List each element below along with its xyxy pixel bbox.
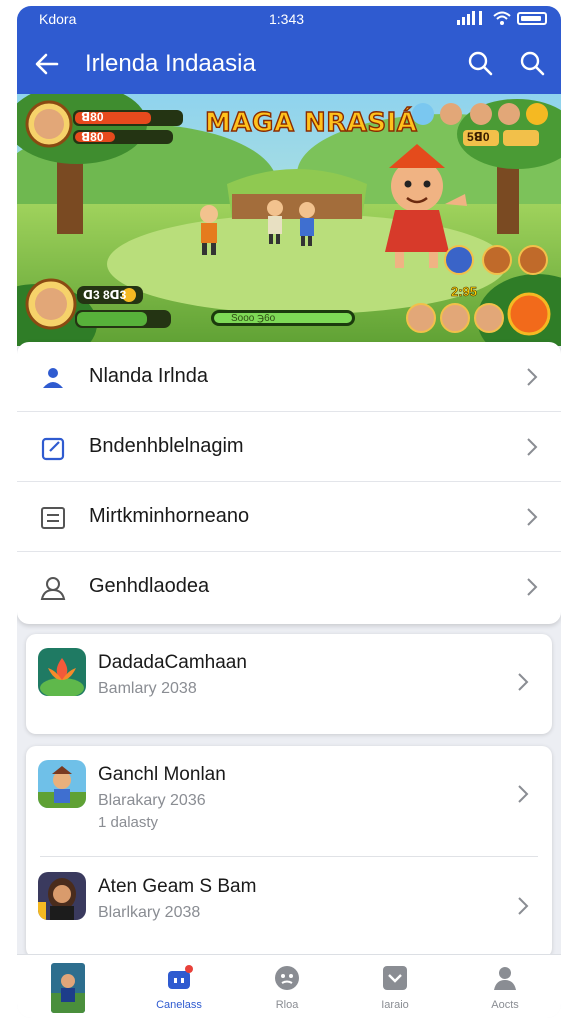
game-name: Ganchl Monlan xyxy=(98,764,226,785)
menu-item-label: Bndenhblelnagim xyxy=(89,435,244,457)
menu-item-document[interactable]: Mirtkminhorneano xyxy=(17,482,561,552)
chevron-right-icon xyxy=(527,578,538,596)
game-name: Aten Geam S Bam xyxy=(98,876,257,897)
phone-screen: Kdora 1:343 Irlenda Indaasia MAGA NRASIÁ… xyxy=(17,6,561,1018)
status-bar: Kdora 1:343 xyxy=(17,6,561,34)
globe-icon xyxy=(275,966,299,990)
game-date: Blarakary 2036 xyxy=(98,792,206,809)
game-card: DadadaCamhaan Bamlary 2038 xyxy=(26,634,552,734)
chevron-right-icon xyxy=(518,897,529,915)
menu-card: Nlanda Irlnda Bndenhblelnagim Mirtkminho… xyxy=(17,342,561,624)
game-date: Blarlkary 2038 xyxy=(98,904,201,921)
game-thumb-icon[interactable] xyxy=(51,963,85,1013)
profile-icon xyxy=(494,967,516,990)
game-date: Bamlary 2038 xyxy=(98,680,197,697)
tab-label: Iaraio xyxy=(381,999,409,1011)
search-icon[interactable] xyxy=(517,48,547,78)
hud-progress-label: Sooo ℈6o xyxy=(231,313,276,324)
arrow-left-icon[interactable] xyxy=(31,48,63,80)
game-meta: 1 dalasty xyxy=(98,814,159,831)
tab-store[interactable]: Canelass xyxy=(139,963,219,1015)
store-icon xyxy=(168,965,193,989)
tab-explore[interactable]: Rloa xyxy=(247,963,327,1015)
chevron-right-icon xyxy=(518,785,529,803)
bottom-nav: Canelass Rloa Iaraio Aocts xyxy=(17,954,561,1018)
hud-health-label: ꓭ80 xyxy=(81,110,104,124)
list-item[interactable]: Aten Geam S Bam Blarlkary 2038 xyxy=(26,858,552,962)
game-banner[interactable]: MAGA NRASIÁ ꓭ80 ꓭ80 5ꓭ0 ꓷ3 8ꓷ3 2:95 Sooo… xyxy=(17,94,561,346)
menu-item-label: Nlanda Irlnda xyxy=(89,365,208,387)
tab-messages[interactable]: Iaraio xyxy=(355,963,435,1015)
chevron-right-icon xyxy=(527,508,538,526)
game-app-icon xyxy=(38,760,86,808)
divider xyxy=(40,856,538,857)
tab-label: Rloa xyxy=(275,999,299,1011)
tab-label: Canelass xyxy=(156,999,202,1011)
person-icon xyxy=(43,368,63,388)
clock: 1:343 xyxy=(269,11,305,27)
menu-item-edit[interactable]: Bndenhblelnagim xyxy=(17,412,561,482)
menu-item-account[interactable]: Genhdlaodea xyxy=(17,552,561,622)
search-icon[interactable] xyxy=(465,48,495,78)
list-item[interactable]: Ganchl Monlan Blarakary 2036 1 dalasty xyxy=(26,746,552,850)
hud-score-bottom: 2:95 xyxy=(451,284,478,300)
hud-coins: ꓷ3 8ꓷ3 xyxy=(83,288,127,302)
game-card: Ganchl Monlan Blarakary 2036 1 dalasty A… xyxy=(26,746,552,958)
menu-item-profile[interactable]: Nlanda Irlnda xyxy=(17,342,561,412)
game-name: DadadaCamhaan xyxy=(98,652,247,673)
battery-icon xyxy=(517,11,547,25)
document-icon xyxy=(41,507,65,529)
chevron-right-icon xyxy=(527,368,538,386)
carrier-label: Kdora xyxy=(39,11,77,27)
edit-icon xyxy=(41,437,65,461)
tab-profile[interactable]: Aocts xyxy=(465,963,545,1015)
tab-label: Aocts xyxy=(491,999,519,1011)
game-title: MAGA NRASIÁ xyxy=(204,107,418,138)
game-app-icon xyxy=(38,648,86,696)
hud-energy-label: ꓭ80 xyxy=(81,130,104,144)
chevron-right-icon xyxy=(518,673,529,691)
signal-icon xyxy=(457,11,482,25)
wifi-icon xyxy=(493,11,511,25)
page-title: Irlenda Indaasia xyxy=(85,50,256,77)
hud-score-top: 5ꓭ0 xyxy=(467,130,490,144)
menu-item-label: Genhdlaodea xyxy=(89,575,210,597)
menu-item-label: Mirtkminhorneano xyxy=(89,505,250,527)
user-outline-icon xyxy=(40,577,66,600)
game-app-icon xyxy=(38,872,86,920)
chat-icon xyxy=(383,966,407,990)
app-bar: Irlenda Indaasia xyxy=(17,34,561,94)
chevron-right-icon xyxy=(527,438,538,456)
list-item[interactable]: DadadaCamhaan Bamlary 2038 xyxy=(26,634,552,734)
